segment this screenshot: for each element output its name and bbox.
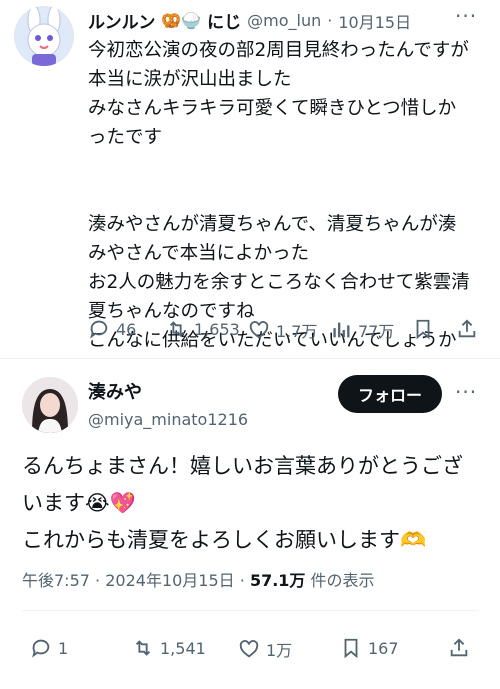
more-options-button[interactable]: ··· — [455, 380, 477, 404]
divider — [22, 610, 478, 611]
share-button[interactable] — [456, 318, 478, 340]
bookmark-icon — [416, 319, 430, 340]
tweet-date[interactable]: 10月15日 — [338, 9, 411, 33]
retweet-icon — [169, 321, 185, 337]
main-tweet-author: 湊みや @miya_minato1216 — [88, 378, 248, 429]
crying-heart-emojis: 😭💖 — [85, 491, 136, 515]
analytics-icon — [333, 322, 350, 338]
tweet-body: 今初恋公演の夜の部2周目見終わったんですが 本当に涙が沢山出ました みなさんキラ… — [88, 36, 488, 355]
like-count: 1万 — [266, 641, 293, 660]
body-line: ったです — [88, 127, 163, 148]
reply-button[interactable]: 46 — [88, 318, 136, 340]
body-line: みやさんで本当によかった — [88, 243, 310, 264]
body-text: います — [22, 491, 85, 515]
reply-tweet-header: ルンルン 🥨🍚 にじ @mo_lun · 10月15日 — [88, 8, 411, 33]
user-handle[interactable]: @mo_lun — [247, 11, 321, 30]
share-icon — [450, 638, 468, 657]
bookmark-count: 167 — [368, 638, 399, 658]
divider — [0, 358, 500, 359]
retweet-count: 1,541 — [160, 638, 206, 658]
body-line: みなさんキラキラ可愛くて瞬きひとつ惜しか — [88, 98, 457, 119]
tweet-time[interactable]: 午後7:57 — [22, 571, 90, 590]
reply-icon — [90, 320, 108, 339]
view-suffix: 件の表示 — [310, 571, 375, 590]
bookmark-button[interactable]: 167 — [340, 637, 399, 659]
retweet-icon — [135, 640, 151, 656]
retweet-button[interactable]: 1,653 — [166, 318, 240, 340]
body-line: 湊みやさんが清夏ちゃんで、清夏ちゃんが湊 — [88, 214, 457, 235]
like-count: 1.7万 — [276, 322, 318, 341]
body-line: 今初恋公演の夜の部2周目見終わったんですが — [88, 40, 469, 61]
view-count: 77万 — [358, 322, 395, 341]
user-photo-avatar-icon — [22, 377, 78, 433]
body-line: います😭💖 — [22, 485, 482, 522]
view-count[interactable]: 57.1万 — [250, 571, 305, 590]
user-handle[interactable]: @miya_minato1216 — [88, 410, 248, 429]
display-name[interactable]: 湊みや — [88, 378, 248, 404]
body-line: るんちょまさん！嬉しいお言葉ありがとうござ — [22, 454, 463, 478]
avatar[interactable] — [14, 6, 74, 66]
separator-dot: · — [327, 11, 333, 30]
reply-button[interactable]: 1 — [30, 637, 68, 659]
name-emojis: 🥨🍚 — [161, 11, 202, 30]
bunny-avatar-icon — [14, 6, 74, 66]
reply-icon — [32, 639, 50, 658]
views-button[interactable]: 77万 — [330, 318, 394, 342]
heart-icon — [239, 640, 259, 658]
tweet-date[interactable]: 2024年10月15日 — [105, 571, 234, 590]
heart-icon — [249, 321, 269, 339]
display-name-suffix[interactable]: にじ — [207, 8, 241, 33]
separator-dot: · — [95, 571, 101, 590]
avatar[interactable] — [22, 377, 78, 433]
separator-dot: · — [239, 571, 245, 590]
tweet-body: るんちょまさん！嬉しいお言葉ありがとうござ います😭💖 これからも清夏をよろしく… — [22, 448, 482, 559]
tweet-metadata: 午後7:57 · 2024年10月15日 · 57.1万 件の表示 — [22, 567, 375, 591]
reply-count: 46 — [116, 319, 137, 339]
retweet-button[interactable]: 1,541 — [132, 637, 206, 659]
follow-button[interactable]: フォロー — [338, 375, 442, 413]
more-options-button[interactable]: ··· — [455, 4, 477, 28]
like-button[interactable]: 1.7万 — [248, 318, 317, 342]
body-text: これからも清夏をよろしくお願いします — [22, 528, 400, 552]
body-line: お2人の魅力を余すところなく合わせて紫雲清 — [88, 272, 470, 293]
reply-count: 1 — [58, 638, 69, 658]
like-button[interactable]: 1万 — [238, 637, 292, 661]
heart-hands-emoji: 🫶 — [400, 528, 427, 552]
body-line: これからも清夏をよろしくお願いします🫶 — [22, 522, 482, 559]
bookmark-icon — [344, 638, 358, 659]
share-icon — [458, 319, 476, 338]
bookmark-button[interactable] — [412, 318, 434, 340]
display-name[interactable]: ルンルン — [88, 8, 155, 33]
retweet-count: 1,653 — [194, 319, 240, 339]
share-button[interactable] — [448, 637, 470, 659]
body-line: 本当に涙が沢山出ました — [88, 69, 292, 90]
